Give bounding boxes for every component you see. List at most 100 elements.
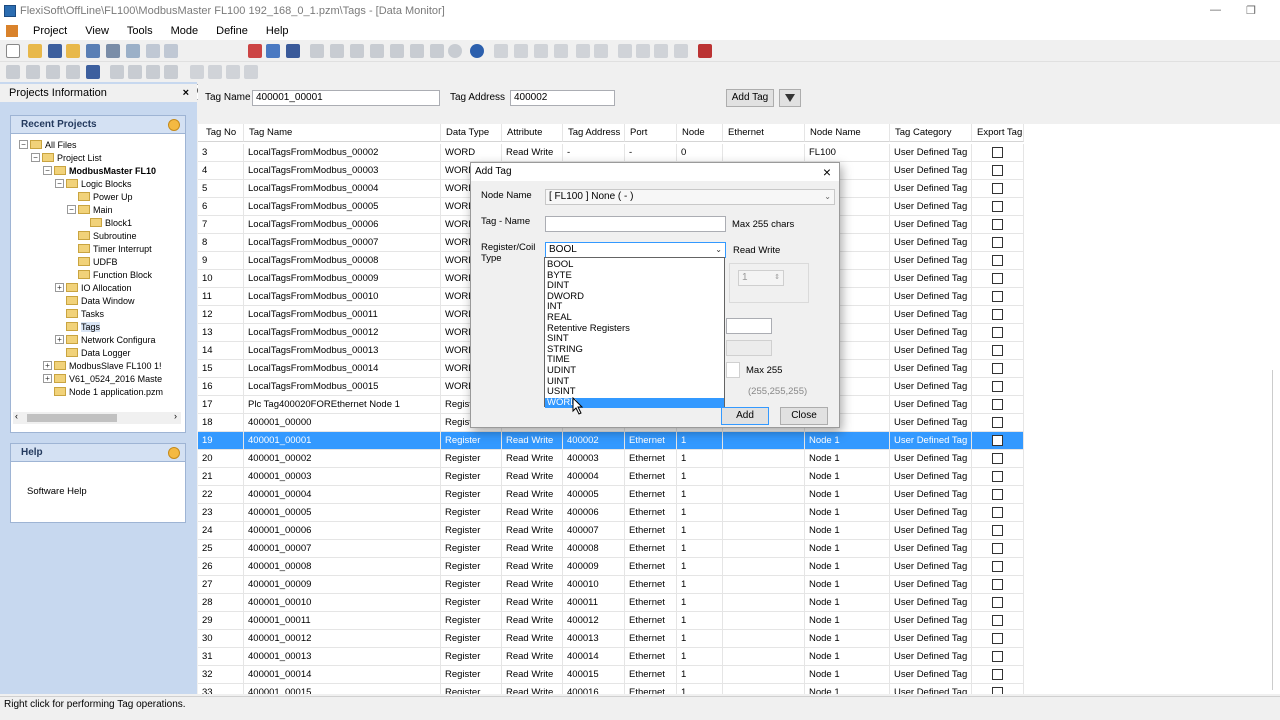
table-row[interactable]: 33 400001_00015 Register Read Write 400016 Et… (198, 684, 1024, 694)
column-header[interactable]: Data Type (441, 124, 502, 142)
tree-node[interactable]: Subroutine (67, 229, 137, 242)
align-icon-2[interactable] (636, 44, 650, 58)
small-field[interactable] (726, 362, 740, 378)
tool2-icon-1[interactable] (6, 65, 20, 79)
expand-icon[interactable]: + (43, 361, 52, 370)
dialog-close-icon[interactable]: × (823, 163, 831, 181)
dropdown-option[interactable]: BOOL (545, 259, 724, 271)
collapse-tree-icon[interactable]: − (31, 153, 40, 162)
help-collapse-icon[interactable] (168, 447, 180, 459)
table-row[interactable]: 19 400001_00001 Register Read Write 400002 Et… (198, 432, 1024, 450)
menu-project[interactable]: Project (24, 25, 76, 37)
tool-icon-8[interactable] (448, 44, 462, 58)
column-header[interactable]: Tag Name (244, 124, 441, 142)
expand-icon[interactable]: + (55, 283, 64, 292)
export-checkbox[interactable] (992, 219, 1003, 230)
tree-node[interactable]: Data Window (55, 294, 135, 307)
collapse-tree-icon[interactable]: − (43, 166, 52, 175)
recent-projects-header[interactable]: Recent Projects (11, 116, 185, 134)
monitor-icon[interactable] (86, 65, 100, 79)
table-row[interactable]: 20 400001_00002 Register Read Write 400003 Et… (198, 450, 1024, 468)
export-checkbox[interactable] (992, 327, 1003, 338)
export-checkbox[interactable] (992, 291, 1003, 302)
export-checkbox[interactable] (992, 597, 1003, 608)
table-row[interactable]: 31 400001_00013 Register Read Write 400014 Et… (198, 648, 1024, 666)
export-checkbox[interactable] (992, 255, 1003, 266)
tree-node[interactable]: UDFB (67, 255, 118, 268)
menu-tools[interactable]: Tools (118, 25, 162, 37)
tree-node[interactable]: − Main (67, 203, 113, 216)
new-file-icon[interactable] (6, 44, 20, 58)
export-checkbox[interactable] (992, 381, 1003, 392)
tree-node[interactable]: Timer Interrupt (67, 242, 152, 255)
export-checkbox[interactable] (992, 633, 1003, 644)
preview-icon[interactable] (126, 44, 140, 58)
menu-mode[interactable]: Mode (162, 25, 208, 37)
table-row[interactable]: 30 400001_00012 Register Read Write 400013 Et… (198, 630, 1024, 648)
paste-icon[interactable] (534, 44, 548, 58)
export-checkbox[interactable] (992, 165, 1003, 176)
tree-node[interactable]: + ModbusSlave FL100 1! (43, 359, 162, 372)
minimize-button[interactable]: — (1210, 4, 1221, 16)
tree-node[interactable]: Node 1 application.pzm (43, 385, 163, 398)
tree-node[interactable]: Tasks (55, 307, 104, 320)
dropdown-option[interactable]: UDINT (545, 365, 724, 377)
tag-name-input[interactable]: 400001_00001 (252, 90, 440, 106)
table-row[interactable]: 21 400001_00003 Register Read Write 400004 Et… (198, 468, 1024, 486)
export-checkbox[interactable] (992, 615, 1003, 626)
tool2-icon-8[interactable] (164, 65, 178, 79)
folder-icon[interactable] (66, 44, 80, 58)
help-icon[interactable] (470, 44, 484, 58)
export-checkbox[interactable] (992, 651, 1003, 662)
menu-help[interactable]: Help (257, 25, 298, 37)
dialog-title-bar[interactable]: Add Tag × (471, 163, 839, 181)
table-row[interactable]: 3 LocalTagsFromModbus_00002 WORD Read Write… (198, 144, 1024, 162)
column-header[interactable]: Port (625, 124, 677, 142)
export-checkbox[interactable] (992, 363, 1003, 374)
arrow-last-icon[interactable] (244, 65, 258, 79)
tree-node[interactable]: Block1 (79, 216, 132, 229)
zoom-out-icon[interactable] (164, 44, 178, 58)
tree-node[interactable]: Function Block (67, 268, 152, 281)
tree-node[interactable]: Power Up (67, 190, 133, 203)
tree-node[interactable]: + IO Allocation (55, 281, 132, 294)
table-row[interactable]: 22 400001_00004 Register Read Write 400005 Et… (198, 486, 1024, 504)
table-row[interactable]: 29 400001_00011 Register Read Write 400012 Et… (198, 612, 1024, 630)
stop-icon[interactable] (248, 44, 262, 58)
tool2-icon-4[interactable] (66, 65, 80, 79)
export-checkbox[interactable] (992, 201, 1003, 212)
table-row[interactable]: 28 400001_00010 Register Read Write 400011 Et… (198, 594, 1024, 612)
table-row[interactable]: 24 400001_00006 Register Read Write 400007 Et… (198, 522, 1024, 540)
scroll-right-icon[interactable]: › (174, 411, 177, 421)
column-header[interactable]: Ethernet (723, 124, 805, 142)
tool-icon-7[interactable] (430, 44, 444, 58)
dropdown-option[interactable]: DWORD (545, 291, 724, 303)
sort-icon[interactable] (698, 44, 712, 58)
dropdown-option[interactable]: BYTE (545, 270, 724, 282)
arrow-first-icon[interactable] (226, 65, 240, 79)
network-icon[interactable] (286, 44, 300, 58)
column-header[interactable]: Export Tag (972, 124, 1024, 142)
export-checkbox[interactable] (992, 471, 1003, 482)
column-header[interactable]: Tag Address (563, 124, 625, 142)
register-type-select[interactable]: BOOL ⌄ (545, 242, 726, 258)
export-checkbox[interactable] (992, 147, 1003, 158)
export-checkbox[interactable] (992, 543, 1003, 554)
dropdown-option[interactable]: STRING (545, 344, 724, 356)
table-row[interactable]: 26 400001_00008 Register Read Write 400009 Et… (198, 558, 1024, 576)
tag-name-field[interactable] (545, 216, 726, 232)
export-checkbox[interactable] (992, 417, 1003, 428)
collapse-tree-icon[interactable]: − (67, 205, 76, 214)
tree-node[interactable]: − All Files (19, 138, 77, 151)
export-checkbox[interactable] (992, 399, 1003, 410)
add-tag-button[interactable]: Add Tag (726, 89, 774, 107)
menu-define[interactable]: Define (207, 25, 257, 37)
tool-icon-6[interactable] (410, 44, 424, 58)
tool-icon-1[interactable] (310, 44, 324, 58)
tool-icon-5[interactable] (390, 44, 404, 58)
tag-address-input[interactable]: 400002 (510, 90, 615, 106)
tree-node[interactable]: − Project List (31, 151, 102, 164)
export-checkbox[interactable] (992, 435, 1003, 446)
ip-field[interactable] (726, 318, 772, 334)
help-header[interactable]: Help (11, 444, 185, 462)
